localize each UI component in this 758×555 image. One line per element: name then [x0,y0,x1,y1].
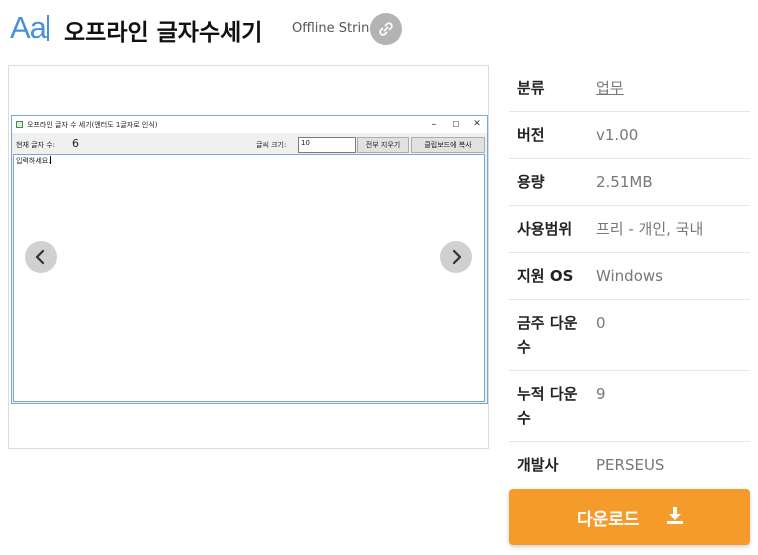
spec-value: Windows [596,267,663,285]
window-titlebar: 오프라인 글자 수 세기(엔터도 1글자로 인식) – ☐ ✕ [12,116,487,133]
spec-value: 프리 - 개인, 국내 [596,220,704,238]
link-icon [379,22,393,36]
count-label: 현재 글자 수: [16,141,56,149]
font-size-input: 10 [298,137,356,153]
spec-value: 9 [596,385,606,403]
copy-link-button[interactable] [370,13,402,45]
download-button[interactable]: 다운로드 [509,489,750,545]
spec-row-developer: 개발사 PERSEUS [509,442,750,482]
font-size-label: 글씨 크기: [256,141,287,149]
clear-all-button: 전부 지우기 [357,137,409,153]
app-logo: Aa [10,10,49,46]
copy-clipboard-button: 클립보드에 복사 [411,137,485,153]
spec-key: 누적 다운수 [517,385,578,427]
spec-value: 0 [596,314,606,332]
spec-row-size: 용량 2.51MB [509,159,750,206]
page-subtitle: Offline String [292,21,378,36]
chevron-left-icon [35,249,45,265]
spec-key: 분류 [517,79,545,97]
logo-cursor [46,15,49,41]
category-link[interactable]: 업무 [596,76,624,100]
spec-row-category: 분류 업무 [509,64,750,112]
page-title: 오프라인 글자수세기 [64,20,263,46]
textarea-content: 입력하세요. [16,156,52,165]
carousel-next-button[interactable] [440,241,472,273]
window-title: 오프라인 글자 수 세기(엔터도 1글자로 인식) [27,121,158,129]
window-app-icon [16,121,23,128]
spec-value: v1.00 [596,126,639,144]
spec-value: 2.51MB [596,173,653,191]
spec-key: 사용범위 [517,220,573,238]
download-label: 다운로드 [577,510,640,530]
spec-key: 지원 OS [517,267,574,285]
close-icon: ✕ [473,119,481,129]
carousel-prev-button[interactable] [25,241,57,273]
chevron-right-icon [452,249,462,265]
spec-row-version: 버전 v1.00 [509,112,750,159]
spec-value: PERSEUS [596,456,665,474]
app-window-screenshot: 오프라인 글자 수 세기(엔터도 1글자로 인식) – ☐ ✕ 현재 글자 수:… [11,115,488,404]
screenshot-carousel: 오프라인 글자 수 세기(엔터도 1글자로 인식) – ☐ ✕ 현재 글자 수:… [8,65,489,449]
maximize-icon: ☐ [452,120,460,129]
spec-key: 버전 [517,126,545,144]
spec-key: 개발사 [517,456,559,474]
count-value: 6 [72,137,79,150]
spec-row-os: 지원 OS Windows [509,253,750,300]
spec-key: 용량 [517,173,545,191]
spec-row-weekly-downloads: 금주 다운수 0 [509,300,750,371]
spec-key: 금주 다운수 [517,314,578,356]
download-icon [667,507,683,524]
logo-text: Aa [10,10,47,45]
text-input-area: 입력하세요. [13,154,485,402]
window-toolbar: 현재 글자 수: 6 글씨 크기: 10 전부 지우기 클립보드에 복사 [12,137,487,153]
minimize-icon: – [431,119,437,130]
spec-row-total-downloads: 누적 다운수 9 [509,371,750,442]
spec-row-license: 사용범위 프리 - 개인, 국내 [509,206,750,253]
